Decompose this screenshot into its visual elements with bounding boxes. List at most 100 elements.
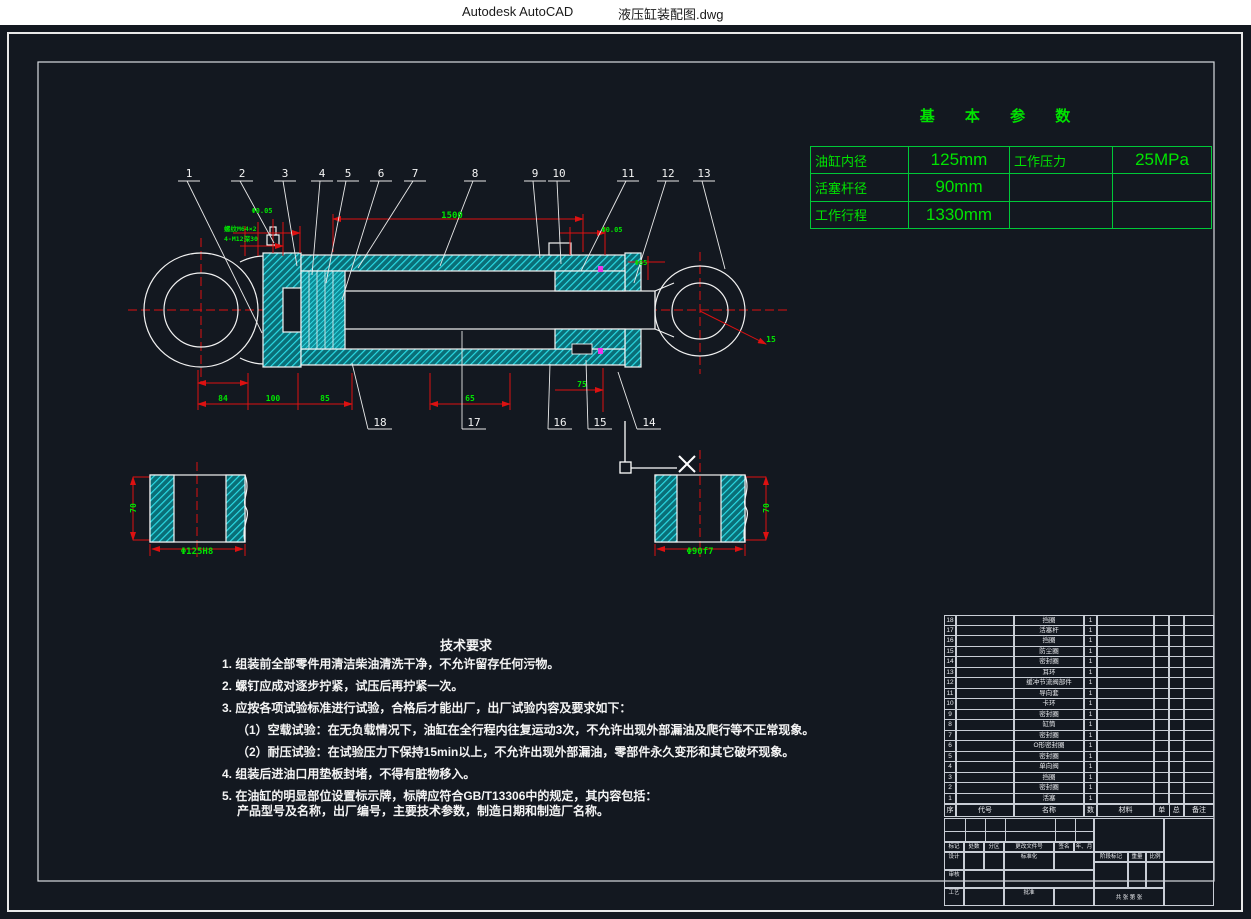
bom-cell-weight-total — [1169, 699, 1184, 710]
balloon-number: 7 — [412, 167, 419, 180]
bom-cell-weight-total — [1169, 710, 1184, 721]
bom-cell-qty: 1 — [1084, 731, 1097, 742]
bom-cell-name: 活塞杆 — [1014, 626, 1084, 637]
bom-cell-qty: 1 — [1084, 647, 1097, 658]
bom-cell-weight-per — [1154, 678, 1169, 689]
bom-cell-material — [1097, 731, 1154, 742]
dimension-text: 70 — [129, 503, 138, 513]
bom-cell-weight-per — [1154, 783, 1169, 794]
bom-cell-name: 密封圈 — [1014, 783, 1084, 794]
model-space-canvas[interactable]: 123456789101112131817161514 1500Φ0.05螺纹M… — [0, 25, 1251, 919]
tb-blank — [1004, 870, 1094, 888]
bom-cell-remark — [1184, 773, 1214, 784]
revision-grid — [944, 818, 1094, 842]
tb-date: 年、月 — [1074, 842, 1094, 852]
bom-cell-code — [956, 678, 1014, 689]
bom-cell-name: 导向套 — [1014, 689, 1084, 700]
bom-cell-remark — [1184, 762, 1214, 773]
balloon-number: 4 — [319, 167, 326, 180]
bom-row: 8缸筒1 — [944, 720, 1214, 731]
bom-cell-name: 缓冲节流阀部件 — [1014, 678, 1084, 689]
bom-cell-code — [956, 647, 1014, 658]
bom-cell-remark — [1184, 668, 1214, 679]
tb-stage-mark: 阶段标记 — [1094, 852, 1128, 862]
bom-cell-name: 单向阀 — [1014, 762, 1084, 773]
bom-cell-weight-total — [1169, 762, 1184, 773]
bom-cell-name: 密封圈 — [1014, 710, 1084, 721]
bom-cell-remark — [1184, 657, 1214, 668]
bom-cell-weight-total — [1169, 731, 1184, 742]
bom-cell-weight-per — [1154, 741, 1169, 752]
bom-row: 12缓冲节流阀部件1 — [944, 678, 1214, 689]
bom-row: 7密封圈1 — [944, 731, 1214, 742]
tb-mark: 标记 — [944, 842, 964, 852]
bom-cell-weight-per — [1154, 710, 1169, 721]
balloon-number: 11 — [621, 167, 634, 180]
rod-gland-top — [555, 271, 625, 291]
tb-drawing-name-area — [1094, 818, 1164, 852]
dimension-text: 15 — [766, 335, 776, 344]
balloon-leader — [440, 181, 473, 266]
bom-cell-weight-total — [1169, 752, 1184, 763]
bom-cell-weight-per — [1154, 731, 1169, 742]
bom-cell-name: 耳环 — [1014, 668, 1084, 679]
balloon-number: 8 — [472, 167, 479, 180]
param-label: 工作行程 — [811, 201, 909, 228]
param-value: 125mm — [909, 147, 1010, 174]
tb-review: 审核 — [944, 870, 964, 888]
param-value: 25MPa — [1113, 147, 1212, 174]
bom-cell-seq: 10 — [944, 699, 956, 710]
bom-cell-seq: 11 — [944, 689, 956, 700]
bom-cell-weight-total — [1169, 783, 1184, 794]
bom-cell-seq: 15 — [944, 647, 956, 658]
bom-cell-weight-per — [1154, 773, 1169, 784]
bom-cell-qty: 1 — [1084, 773, 1097, 784]
tb-approve: 批准 — [1004, 888, 1054, 906]
bom-cell-material — [1097, 783, 1154, 794]
bom-row: 16挡圈1 — [944, 636, 1214, 647]
bom-cell-material — [1097, 794, 1154, 805]
bom-cell-weight-per — [1154, 636, 1169, 647]
bom-cell-qty: 1 — [1084, 678, 1097, 689]
balloon-leader — [702, 181, 725, 269]
bom-cell-qty: 1 — [1084, 762, 1097, 773]
bom-cell-material — [1097, 626, 1154, 637]
tb-sheets: 共 张 第 张 — [1094, 888, 1164, 906]
bom-cell-remark — [1184, 783, 1214, 794]
cylinder-assembly — [144, 227, 745, 367]
bom-cell-weight-total — [1169, 720, 1184, 731]
bom-cell-seq: 5 — [944, 752, 956, 763]
tb-blank — [1146, 862, 1164, 888]
bom-cell-material — [1097, 668, 1154, 679]
dimension-text: 65 — [465, 394, 475, 403]
bom-cell-material — [1097, 762, 1154, 773]
bom-cell-weight-per — [1154, 762, 1169, 773]
bom-cell-weight-per — [1154, 720, 1169, 731]
bom-row: 9密封圈1 — [944, 710, 1214, 721]
tb-sign: 签名 — [1054, 842, 1074, 852]
bom-cell-weight-total — [1169, 615, 1184, 626]
bom-cell-weight-total — [1169, 626, 1184, 637]
bom-cell-name: 挡圈 — [1014, 636, 1084, 647]
bom-row: 5密封圈1 — [944, 752, 1214, 763]
bom-cell-weight-per — [1154, 647, 1169, 658]
bom-cell-code — [956, 783, 1014, 794]
bom-cell-name: 防尘圈 — [1014, 647, 1084, 658]
balloon-number: 1 — [186, 167, 193, 180]
bom-row: 11导向套1 — [944, 689, 1214, 700]
bom-cell-weight-total — [1169, 647, 1184, 658]
bom-cell-weight-total — [1169, 689, 1184, 700]
bom-row: 4单向阀1 — [944, 762, 1214, 773]
bom-cell-name: 活塞 — [1014, 794, 1084, 805]
bom-cell-name: 密封圈 — [1014, 731, 1084, 742]
param-label-empty — [1010, 174, 1113, 201]
bom-cell-code — [956, 731, 1014, 742]
tb-blank — [1054, 852, 1094, 870]
dimension-text: Φ65 — [635, 259, 648, 267]
dimension-text: 螺纹M64×2 — [224, 224, 257, 233]
balloon-number: 10 — [552, 167, 565, 180]
balloon-number: 6 — [378, 167, 385, 180]
bom-row: 2密封圈1 — [944, 783, 1214, 794]
tb-blank — [964, 888, 1004, 906]
bom-cell-code — [956, 699, 1014, 710]
